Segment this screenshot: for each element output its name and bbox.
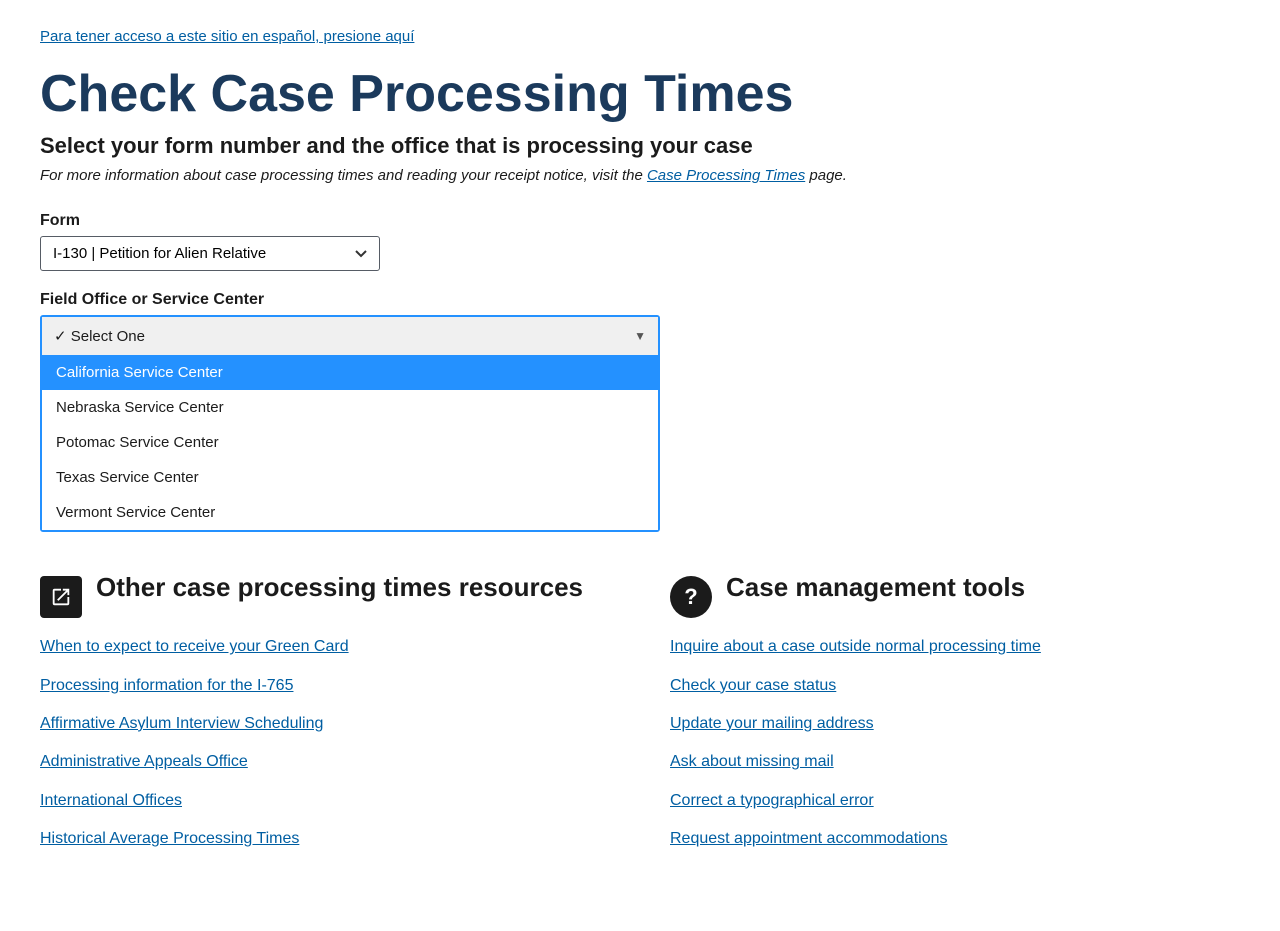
other-resources-title: Other case processing times resources <box>96 572 583 603</box>
external-link-icon-box <box>40 576 82 618</box>
other-resources-column: Other case processing times resources Wh… <box>40 572 610 866</box>
case-management-title: Case management tools <box>726 572 1025 603</box>
page-title: Check Case Processing Times <box>40 66 1240 123</box>
i765-link[interactable]: Processing information for the I-765 <box>40 677 293 694</box>
check-mark-icon: ✓ <box>54 328 71 345</box>
check-case-status-link[interactable]: Check your case status <box>670 677 836 694</box>
list-item: International Offices <box>40 790 610 812</box>
list-item: Request appointment accommodations <box>670 828 1240 850</box>
other-resources-links: When to expect to receive your Green Car… <box>40 636 610 850</box>
list-item: Historical Average Processing Times <box>40 828 610 850</box>
chevron-down-icon: ▼ <box>634 329 646 343</box>
form-select[interactable]: I-130 | Petition for Alien Relative I-13… <box>40 236 380 271</box>
dropdown-options-list: California Service Center Nebraska Servi… <box>42 355 658 530</box>
dropdown-header[interactable]: ✓ Select One ▼ <box>42 317 658 355</box>
asylum-interview-link[interactable]: Affirmative Asylum Interview Scheduling <box>40 715 323 732</box>
form-section: Form I-130 | Petition for Alien Relative… <box>40 212 1240 271</box>
dropdown-placeholder-text: Select One <box>71 328 145 345</box>
international-offices-link[interactable]: International Offices <box>40 792 182 809</box>
field-office-dropdown[interactable]: ✓ Select One ▼ California Service Center… <box>40 315 660 532</box>
case-management-column: ? Case management tools Inquire about a … <box>670 572 1240 866</box>
green-card-link[interactable]: When to expect to receive your Green Car… <box>40 638 349 655</box>
list-item: Update your mailing address <box>670 713 1240 735</box>
spanish-language-link[interactable]: Para tener acceso a este sitio en españo… <box>40 28 414 45</box>
page-description-before: For more information about case processi… <box>40 167 647 184</box>
dropdown-option-nebraska[interactable]: Nebraska Service Center <box>42 390 658 425</box>
other-resources-header: Other case processing times resources <box>40 572 610 618</box>
list-item: Processing information for the I-765 <box>40 675 610 697</box>
case-processing-times-link[interactable]: Case Processing Times <box>647 167 805 184</box>
external-link-icon <box>50 586 72 608</box>
inquire-case-link[interactable]: Inquire about a case outside normal proc… <box>670 638 1041 655</box>
case-management-header: ? Case management tools <box>670 572 1240 618</box>
field-office-label: Field Office or Service Center <box>40 291 1240 309</box>
missing-mail-link[interactable]: Ask about missing mail <box>670 753 834 770</box>
bottom-section: Other case processing times resources Wh… <box>40 572 1240 866</box>
update-address-link[interactable]: Update your mailing address <box>670 715 874 732</box>
dropdown-option-vermont[interactable]: Vermont Service Center <box>42 495 658 530</box>
list-item: Correct a typographical error <box>670 790 1240 812</box>
question-mark-icon: ? <box>670 576 712 618</box>
dropdown-option-texas[interactable]: Texas Service Center <box>42 460 658 495</box>
dropdown-selected-value: ✓ Select One <box>54 327 145 345</box>
list-item: Check your case status <box>670 675 1240 697</box>
form-label: Form <box>40 212 1240 230</box>
page-description-after: page. <box>805 167 847 184</box>
field-office-section: Field Office or Service Center ✓ Select … <box>40 291 1240 532</box>
typo-error-link[interactable]: Correct a typographical error <box>670 792 874 809</box>
aao-link[interactable]: Administrative Appeals Office <box>40 753 248 770</box>
list-item: When to expect to receive your Green Car… <box>40 636 610 658</box>
page-description: For more information about case processi… <box>40 167 1240 184</box>
list-item: Affirmative Asylum Interview Scheduling <box>40 713 610 735</box>
dropdown-option-potomac[interactable]: Potomac Service Center <box>42 425 658 460</box>
historical-processing-link[interactable]: Historical Average Processing Times <box>40 830 299 847</box>
list-item: Inquire about a case outside normal proc… <box>670 636 1240 658</box>
page-subtitle: Select your form number and the office t… <box>40 133 1240 159</box>
case-management-links: Inquire about a case outside normal proc… <box>670 636 1240 850</box>
list-item: Ask about missing mail <box>670 751 1240 773</box>
list-item: Administrative Appeals Office <box>40 751 610 773</box>
appointment-accommodations-link[interactable]: Request appointment accommodations <box>670 830 948 847</box>
dropdown-option-california[interactable]: California Service Center <box>42 355 658 390</box>
spanish-language-link-container: Para tener acceso a este sitio en españo… <box>40 28 1240 46</box>
